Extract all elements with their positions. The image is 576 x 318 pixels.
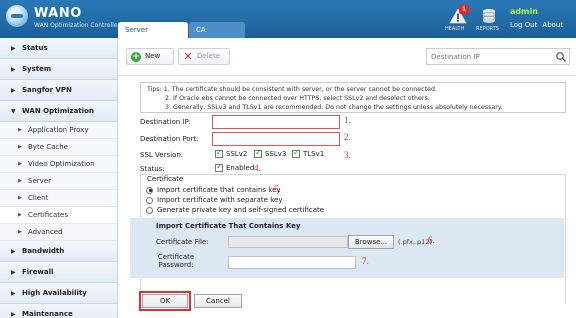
tips-line-2: 2. If Oracle ebs cannot be connected ove… <box>165 95 430 102</box>
import-certificate-panel: Import Certificate That Contains Key Cer… <box>130 218 564 278</box>
header-bar: WANO WAN Optimization Controller Server … <box>0 0 576 50</box>
search-input[interactable] <box>427 49 553 64</box>
health-badge: 1 <box>459 5 469 14</box>
checkbox-checked-icon[interactable] <box>215 162 223 172</box>
annotation-4: 4. <box>254 163 261 173</box>
chevron-right-icon: ▶ <box>11 248 16 255</box>
sidebar-sub-application-proxy[interactable]: ▶ Application Proxy <box>0 122 117 139</box>
cert-option-self-signed[interactable]: Generate private key and self-signed cer… <box>146 206 324 214</box>
chevron-right-icon: ▶ <box>11 269 16 276</box>
plus-circle-icon: + <box>131 52 141 62</box>
tips-line-1: Tips: 1. The certificate should be consi… <box>147 86 437 93</box>
x-icon: ✕ <box>183 50 193 63</box>
health-label[interactable]: HEALTH <box>445 26 464 32</box>
about-link[interactable]: About <box>542 21 563 29</box>
chevron-right-icon: ▶ <box>11 290 16 297</box>
ssl-option-sslv3[interactable]: SSLv3 <box>254 148 286 158</box>
sidebar-sub-certificates[interactable]: ▶ Certificates <box>0 207 117 224</box>
chevron-right-icon: ▶ <box>18 212 22 218</box>
brand-subtitle: WAN Optimization Controller <box>34 22 120 29</box>
tab-ca-certificate[interactable]: CA Certificate <box>189 22 245 50</box>
chevron-right-icon: ▶ <box>18 144 22 150</box>
chevron-right-icon: ▶ <box>11 311 16 318</box>
header-links: Log Out About <box>510 21 568 29</box>
chevron-right-icon: ▶ <box>11 45 16 52</box>
chevron-right-icon: ▶ <box>18 127 22 133</box>
browse-button[interactable]: Browse... <box>348 235 394 249</box>
sidebar-item-wan-optimization[interactable]: ▼ WAN Optimization <box>0 101 117 122</box>
checkbox-checked-icon[interactable] <box>254 148 262 158</box>
sidebar: ▶ Status ▶ System ▶ Sangfor VPN ▼ WAN Optimi… <box>0 38 118 318</box>
sidebar-sub-server[interactable]: ▶ Server <box>0 173 117 190</box>
chevron-right-icon: ▶ <box>11 87 16 94</box>
delete-button[interactable]: ✕ Delete <box>178 48 230 65</box>
main-content: Tips: 1. The certificate should be consi… <box>118 76 576 318</box>
certificate-legend: Certificate <box>144 175 187 183</box>
search-icon[interactable] <box>555 51 567 63</box>
cert-option-contains-key[interactable]: Import certificate that contains key <box>146 186 281 194</box>
brand-title: WANO <box>34 6 82 21</box>
username: admin <box>510 7 538 16</box>
annotation-1: 1. <box>344 115 351 125</box>
cancel-button[interactable]: Cancel <box>194 294 242 308</box>
reports-database-icon[interactable] <box>480 8 498 24</box>
checkbox-checked-icon[interactable] <box>215 148 223 158</box>
destination-ip-label: Destination IP: <box>140 118 192 126</box>
annotation-2: 2. <box>344 132 351 142</box>
tips-box: Tips: 1. The certificate should be consi… <box>140 82 566 113</box>
new-button[interactable]: + New <box>126 48 174 65</box>
chevron-right-icon: ▶ <box>18 178 22 184</box>
file-extension-hint: (.pfx,.p12) <box>398 238 432 246</box>
checkbox-checked-icon[interactable] <box>292 148 300 158</box>
destination-port-field[interactable] <box>212 132 340 146</box>
chevron-right-icon: ▶ <box>18 161 22 167</box>
ssl-option-sslv2[interactable]: SSLv2 <box>215 148 247 158</box>
radio-unselected-icon[interactable] <box>146 206 153 214</box>
certificate-password-field[interactable] <box>228 256 356 269</box>
status-label: Status: <box>140 165 165 173</box>
sidebar-item-high-availability[interactable]: ▶ High Availability <box>0 283 117 304</box>
sidebar-sub-byte-cache[interactable]: ▶ Byte Cache <box>0 139 117 156</box>
sidebar-item-bandwidth-management[interactable]: ▶Bandwidth Management <box>0 241 117 276</box>
sidebar-sub-advanced[interactable]: ▶ Advanced <box>0 224 117 241</box>
sidebar-item-firewall[interactable]: ▶ Firewall <box>0 262 117 283</box>
toolbar: + New ✕ Delete <box>118 38 576 76</box>
sidebar-sub-client[interactable]: ▶ Client <box>0 190 117 207</box>
logo-icon <box>6 5 28 27</box>
annotation-6: 6. <box>428 235 435 245</box>
ssl-version-label: SSL Version: <box>140 151 184 159</box>
import-panel-title: Import Certificate That Contains Key <box>156 222 301 230</box>
sidebar-item-status[interactable]: ▶ Status <box>0 38 117 59</box>
certificate-password-label: Certificate Password: <box>157 253 195 269</box>
reports-label[interactable]: REPORTS <box>476 26 499 32</box>
chevron-right-icon: ▶ <box>18 195 22 201</box>
sidebar-item-sangfor-vpn[interactable]: ▶ Sangfor VPN <box>0 80 117 101</box>
chevron-right-icon: ▶ <box>11 66 16 73</box>
sidebar-item-maintenance[interactable]: ▶ Maintenance <box>0 304 117 318</box>
annotation-3: 3. <box>344 150 351 160</box>
status-enabled-option[interactable]: Enabled <box>215 162 254 172</box>
chevron-down-icon: ▼ <box>11 108 16 115</box>
ssl-option-tlsv1[interactable]: TLSv1 <box>292 148 324 158</box>
destination-ip-field[interactable] <box>212 115 340 129</box>
annotation-5: 5. <box>274 184 281 194</box>
radio-unselected-icon[interactable] <box>146 196 153 204</box>
destination-port-label: Destination Port: <box>140 135 199 143</box>
certificate-file-field[interactable] <box>228 236 348 248</box>
chevron-right-icon: ▶ <box>18 229 22 235</box>
delete-button-label: Delete <box>197 52 220 60</box>
sidebar-sub-video-optimization[interactable]: ▶ Video Optimization <box>0 156 117 173</box>
logout-link[interactable]: Log Out <box>510 21 537 29</box>
radio-selected-icon[interactable] <box>146 186 153 194</box>
tab-server-certificate[interactable]: Server Certificate <box>118 22 188 50</box>
ok-button[interactable]: OK <box>142 294 188 308</box>
cert-option-separate-key[interactable]: Import certificate with separate key <box>146 196 282 204</box>
sidebar-item-system[interactable]: ▶ System <box>0 59 117 80</box>
annotation-7: 7. <box>362 256 369 266</box>
new-button-label: New <box>145 52 161 60</box>
certificate-file-label: Certificate File: <box>156 238 209 246</box>
tips-line-3: 3. Generally, SSLv3 and TLSv1 are recomm… <box>165 104 503 111</box>
search-box <box>426 48 570 65</box>
